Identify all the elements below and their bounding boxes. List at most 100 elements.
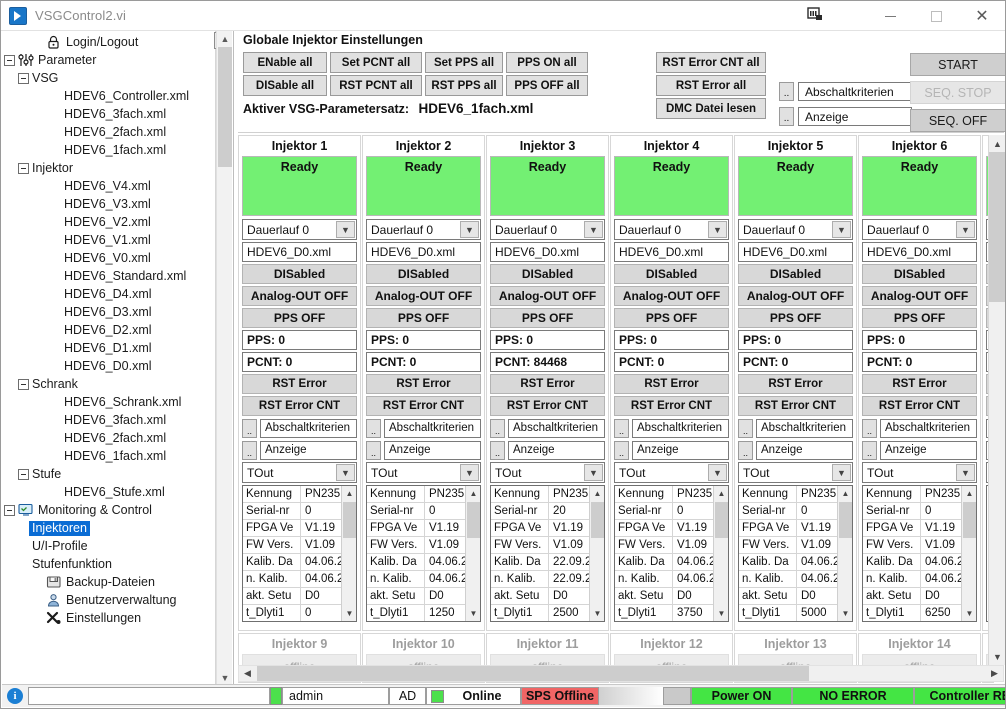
sidebar-item-hdev6-v1-xml[interactable]: HDEV6_V1.xml: [2, 231, 202, 249]
sidebar-item-stufenfunktion[interactable]: Stufenfunktion: [2, 555, 202, 573]
table-scroll-thumb[interactable]: [963, 502, 976, 538]
analog-out-button[interactable]: Analog-OUT OFF: [242, 286, 357, 306]
table-scroll-down-icon[interactable]: ▼: [714, 606, 728, 621]
sidebar-item-login-logout[interactable]: Login/Logout: [2, 33, 202, 51]
table-scrollbar[interactable]: ▲ ▼: [589, 486, 604, 621]
pps-state-button[interactable]: PPS OFF: [862, 308, 977, 328]
enable-state-button[interactable]: DISabled: [242, 264, 357, 284]
anzeige-field[interactable]: Anzeige: [756, 440, 853, 460]
sidebar-item-hdev6-1fach-xml[interactable]: HDEV6_1fach.xml: [2, 141, 202, 159]
parameter-file-field[interactable]: HDEV6_D0.xml: [738, 242, 853, 262]
table-scroll-up-icon[interactable]: ▲: [590, 486, 604, 501]
rst-error-all-button[interactable]: RST Error all: [656, 75, 766, 96]
sidebar-item-hdev6-v3-xml[interactable]: HDEV6_V3.xml: [2, 195, 202, 213]
sidebar-scrollbar[interactable]: ▲ ▼: [216, 31, 232, 686]
anzeige-browse-button[interactable]: ..: [366, 440, 381, 460]
abschaltkriterien-field[interactable]: Abschaltkriterien: [880, 418, 977, 438]
disable-all-button[interactable]: DISable all: [243, 75, 327, 96]
rst-error-cnt-button[interactable]: RST Error CNT: [490, 396, 605, 416]
table-scroll-thumb[interactable]: [839, 502, 852, 538]
anzeige-field[interactable]: Anzeige: [880, 440, 977, 460]
anzeige-browse-button[interactable]: ..: [242, 440, 257, 460]
grid-vscroll-thumb[interactable]: [989, 152, 1005, 302]
sidebar-item-hdev6-d3-xml[interactable]: HDEV6_D3.xml: [2, 303, 202, 321]
table-scroll-up-icon[interactable]: ▲: [342, 486, 356, 501]
abschaltkriterien-field[interactable]: Abschaltkriterien: [260, 418, 357, 438]
abschaltkriterien-browse-button[interactable]: ..: [490, 418, 505, 438]
enable-all-button[interactable]: ENable all: [243, 52, 327, 73]
abschaltkriterien-browse-button[interactable]: ..: [614, 418, 629, 438]
rst-error-button[interactable]: RST Error: [614, 374, 729, 394]
rst-error-button[interactable]: RST Error: [366, 374, 481, 394]
analog-out-button[interactable]: Analog-OUT OFF: [862, 286, 977, 306]
analog-out-button[interactable]: Analog-OUT OFF: [366, 286, 481, 306]
table-scrollbar[interactable]: ▲ ▼: [837, 486, 852, 621]
tree-expander-icon[interactable]: [4, 504, 15, 516]
sidebar-item-hdev6-standard-xml[interactable]: HDEV6_Standard.xml: [2, 267, 202, 285]
abschaltkriterien-field[interactable]: Abschaltkriterien: [798, 82, 912, 101]
sidebar-item-hdev6-stufe-xml[interactable]: HDEV6_Stufe.xml: [2, 483, 202, 501]
table-scroll-thumb[interactable]: [343, 502, 356, 538]
rst-pps-all-button[interactable]: RST PPS all: [425, 75, 503, 96]
close-button[interactable]: ✕: [959, 1, 1005, 31]
chevron-down-icon[interactable]: ▼: [708, 221, 727, 238]
anzeige-browse-button[interactable]: ..: [614, 440, 629, 460]
enable-state-button[interactable]: DISabled: [366, 264, 481, 284]
rst-error-button[interactable]: RST Error: [862, 374, 977, 394]
tree-expander-icon[interactable]: [18, 72, 29, 84]
chevron-down-icon[interactable]: ▼: [460, 464, 479, 481]
sidebar-item-injektoren[interactable]: Injektoren: [2, 519, 202, 537]
mode-select[interactable]: Dauerlauf 0 ▼: [614, 219, 729, 240]
sidebar-item-vsg[interactable]: VSG: [2, 69, 202, 87]
chevron-down-icon[interactable]: ▼: [956, 221, 975, 238]
sidebar-item-backup-dateien[interactable]: Backup-Dateien: [2, 573, 202, 591]
grid-scroll-left-icon[interactable]: ◀: [239, 666, 256, 681]
table-scrollbar[interactable]: ▲ ▼: [341, 486, 356, 621]
rst-error-cnt-button[interactable]: RST Error CNT: [614, 396, 729, 416]
sidebar-item-hdev6-d2-xml[interactable]: HDEV6_D2.xml: [2, 321, 202, 339]
mode-select[interactable]: Dauerlauf 0 ▼: [490, 219, 605, 240]
parameter-file-field[interactable]: HDEV6_D0.xml: [366, 242, 481, 262]
sidebar-item-hdev6-2fach-xml[interactable]: HDEV6_2fach.xml: [2, 123, 202, 141]
sidebar-item-injektor[interactable]: Injektor: [2, 159, 202, 177]
rst-error-cnt-button[interactable]: RST Error CNT: [738, 396, 853, 416]
parameter-file-field[interactable]: HDEV6_D0.xml: [242, 242, 357, 262]
sidebar-item-hdev6-d1-xml[interactable]: HDEV6_D1.xml: [2, 339, 202, 357]
table-scroll-down-icon[interactable]: ▼: [962, 606, 976, 621]
abschaltkriterien-browse-button[interactable]: ..: [738, 418, 753, 438]
analog-out-button[interactable]: Analog-OUT OFF: [738, 286, 853, 306]
sidebar-item-hdev6-v2-xml[interactable]: HDEV6_V2.xml: [2, 213, 202, 231]
dmc-datei-lesen-button[interactable]: DMC Datei lesen: [656, 98, 766, 119]
sidebar-item-u-i-profile[interactable]: U/I-Profile: [2, 537, 202, 555]
sidebar-item-hdev6-d4-xml[interactable]: HDEV6_D4.xml: [2, 285, 202, 303]
pps-state-button[interactable]: PPS OFF: [738, 308, 853, 328]
sidebar-item-hdev6-1fach-xml[interactable]: HDEV6_1fach.xml: [2, 447, 202, 465]
table-scroll-up-icon[interactable]: ▲: [838, 486, 852, 501]
enable-state-button[interactable]: DISabled: [490, 264, 605, 284]
rst-error-cnt-all-button[interactable]: RST Error CNT all: [656, 52, 766, 73]
abschaltkriterien-browse-button[interactable]: ..: [366, 418, 381, 438]
seq-off-button[interactable]: SEQ. OFF: [910, 109, 1005, 132]
table-scroll-thumb[interactable]: [715, 502, 728, 538]
sidebar-item-hdev6-v0-xml[interactable]: HDEV6_V0.xml: [2, 249, 202, 267]
tout-select[interactable]: TOut ▼: [862, 462, 977, 483]
pps-off-all-button[interactable]: PPS OFF all: [506, 75, 588, 96]
rst-error-button[interactable]: RST Error: [738, 374, 853, 394]
sidebar-item-schrank[interactable]: Schrank: [2, 375, 202, 393]
anzeige-browse-button[interactable]: ..: [779, 107, 794, 126]
scroll-up-icon[interactable]: ▲: [217, 31, 233, 47]
table-scroll-down-icon[interactable]: ▼: [342, 606, 356, 621]
pps-state-button[interactable]: PPS OFF: [366, 308, 481, 328]
anzeige-field[interactable]: Anzeige: [384, 440, 481, 460]
chevron-down-icon[interactable]: ▼: [832, 221, 851, 238]
analog-out-button[interactable]: Analog-OUT OFF: [614, 286, 729, 306]
abschaltkriterien-field[interactable]: Abschaltkriterien: [756, 418, 853, 438]
sidebar-item-hdev6-d0-xml[interactable]: HDEV6_D0.xml: [2, 357, 202, 375]
rst-error-cnt-button[interactable]: RST Error CNT: [242, 396, 357, 416]
pps-on-all-button[interactable]: PPS ON all: [506, 52, 588, 73]
grid-scroll-up-icon[interactable]: ▲: [989, 135, 1005, 152]
tout-select[interactable]: TOut ▼: [366, 462, 481, 483]
tout-select[interactable]: TOut ▼: [738, 462, 853, 483]
chevron-down-icon[interactable]: ▼: [584, 464, 603, 481]
chevron-down-icon[interactable]: ▼: [708, 464, 727, 481]
